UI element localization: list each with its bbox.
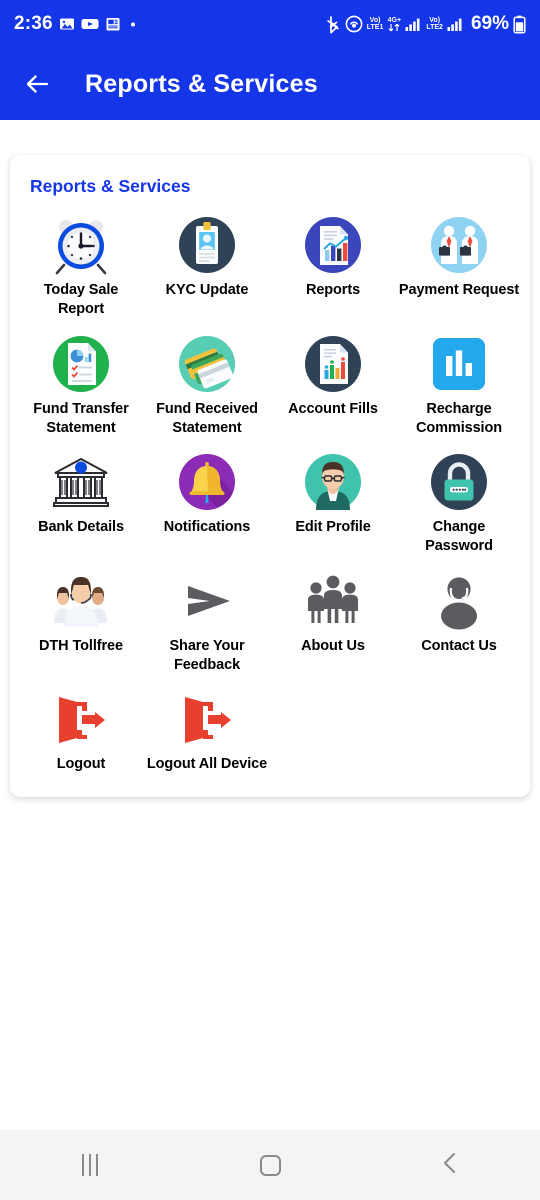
tile-label: Change Password <box>425 519 493 555</box>
padlock-icon <box>428 451 490 513</box>
tile-share-your-feedback[interactable]: Share Your Feedback <box>144 563 270 682</box>
4g-plus-data-icon: 4G+ <box>387 17 401 32</box>
tile-reports[interactable]: Reports <box>270 207 396 326</box>
battery-percent: 69% <box>470 13 509 34</box>
android-navigation-bar <box>0 1130 540 1200</box>
volte1-top: Vo) <box>369 17 381 24</box>
tile-about-us[interactable]: About Us <box>270 563 396 682</box>
status-bar-left: 2:36 <box>14 13 139 35</box>
home-button[interactable] <box>180 1154 360 1176</box>
headset-agent-icon <box>428 570 490 632</box>
data-label: 4G+ <box>387 16 402 24</box>
tile-label: Recharge Commission <box>415 400 502 436</box>
tile-bank-details[interactable]: Bank Details <box>18 444 144 563</box>
people-group-icon <box>302 570 364 632</box>
tile-fund-transfer-statement[interactable]: Fund Transfer Statement <box>18 326 144 445</box>
tile-label: DTH Tollfree <box>39 637 123 654</box>
dot-indicator-icon <box>127 18 139 30</box>
card-title: Reports & Services <box>30 176 191 196</box>
tile-account-fills[interactable]: Account Fills <box>270 326 396 445</box>
volte2-bottom: LTE2 <box>426 24 443 31</box>
back-button[interactable] <box>360 1151 540 1180</box>
support-team-icon <box>50 570 112 632</box>
tile-label: Edit Profile <box>295 519 371 536</box>
tile-kyc-update[interactable]: KYC Update <box>144 207 270 326</box>
signal-bars-2-icon <box>447 16 464 32</box>
services-grid: Today Sale Report KYC Update Reports Pay… <box>18 207 522 781</box>
reports-services-card: Reports & Services Today Sale Report KYC… <box>10 155 530 797</box>
tile-label: Payment Request <box>398 282 520 298</box>
tile-label: Fund Received Statement <box>156 400 258 436</box>
bank-building-icon <box>50 451 112 513</box>
logout-door-icon <box>176 688 238 750</box>
back-arrow-icon[interactable] <box>22 69 52 99</box>
news-icon <box>105 16 121 32</box>
tile-logout-all-device[interactable]: Logout All Device <box>144 681 270 780</box>
tile-label: Reports <box>305 282 361 298</box>
tile-edit-profile[interactable]: Edit Profile <box>270 444 396 563</box>
status-time: 2:36 <box>14 13 53 34</box>
tile-label: Bank Details <box>38 519 124 536</box>
logout-door-icon <box>50 688 112 750</box>
report-chart-icon <box>302 214 364 276</box>
id-card-icon <box>176 214 238 276</box>
app-bar: Reports & Services <box>0 48 540 120</box>
avatar-glasses-icon <box>302 451 364 513</box>
volte-lte1-icon: Vo) LTE1 <box>367 17 384 31</box>
tile-label: Contact Us <box>421 637 497 654</box>
tile-label: Logout All Device <box>146 756 268 773</box>
tile-label: Today Sale Report <box>43 282 119 318</box>
tile-fund-received-statement[interactable]: Fund Received Statement <box>144 326 270 445</box>
tile-change-password[interactable]: Change Password <box>396 444 522 563</box>
gallery-icon <box>59 16 75 32</box>
businessmen-icon <box>428 214 490 276</box>
tile-payment-request[interactable]: Payment Request <box>396 207 522 326</box>
statement-pie-icon <box>50 333 112 395</box>
bell-icon <box>176 451 238 513</box>
home-icon <box>259 1154 281 1176</box>
credit-cards-icon <box>176 333 238 395</box>
alarm-clock-icon <box>50 214 112 276</box>
recents-icon <box>82 1154 98 1176</box>
back-chevron-icon <box>440 1151 460 1180</box>
tile-label: KYC Update <box>165 282 249 298</box>
signal-bars-1-icon <box>405 16 422 32</box>
battery-icon <box>513 15 526 34</box>
page-body: Reports & Services Today Sale Report KYC… <box>0 120 540 1130</box>
tile-dth-tollfree[interactable]: DTH Tollfree <box>18 563 144 682</box>
tile-label: Logout <box>56 756 106 773</box>
youtube-icon <box>81 16 99 32</box>
tile-label: Fund Transfer Statement <box>33 400 129 436</box>
tile-notifications[interactable]: Notifications <box>144 444 270 563</box>
bar-chart-square-icon <box>428 333 490 395</box>
recents-button[interactable] <box>0 1154 180 1176</box>
status-bar-right: Vo) LTE1 4G+ Vo) LTE2 69% <box>326 13 526 35</box>
tile-today-sale-report[interactable]: Today Sale Report <box>18 207 144 326</box>
account-bars-icon <box>302 333 364 395</box>
bluetooth-icon <box>326 15 341 34</box>
tile-label: About Us <box>301 637 365 654</box>
tile-contact-us[interactable]: Contact Us <box>396 563 522 682</box>
tile-label: Share Your Feedback <box>169 637 245 673</box>
page-title: Reports & Services <box>85 69 318 98</box>
send-arrow-icon <box>176 570 238 632</box>
tile-label: Account Fills <box>288 400 378 417</box>
tile-logout[interactable]: Logout <box>18 681 144 780</box>
volte1-bottom: LTE1 <box>366 24 384 31</box>
tile-label: Notifications <box>163 519 251 536</box>
volte-lte2-icon: Vo) LTE2 <box>426 17 443 31</box>
tile-recharge-commission[interactable]: Recharge Commission <box>396 326 522 445</box>
hotspot-icon <box>345 15 363 33</box>
status-bar: 2:36 Vo) LTE1 4G+ Vo) LTE2 69% <box>0 0 540 48</box>
volte2-top: Vo) <box>429 17 441 24</box>
